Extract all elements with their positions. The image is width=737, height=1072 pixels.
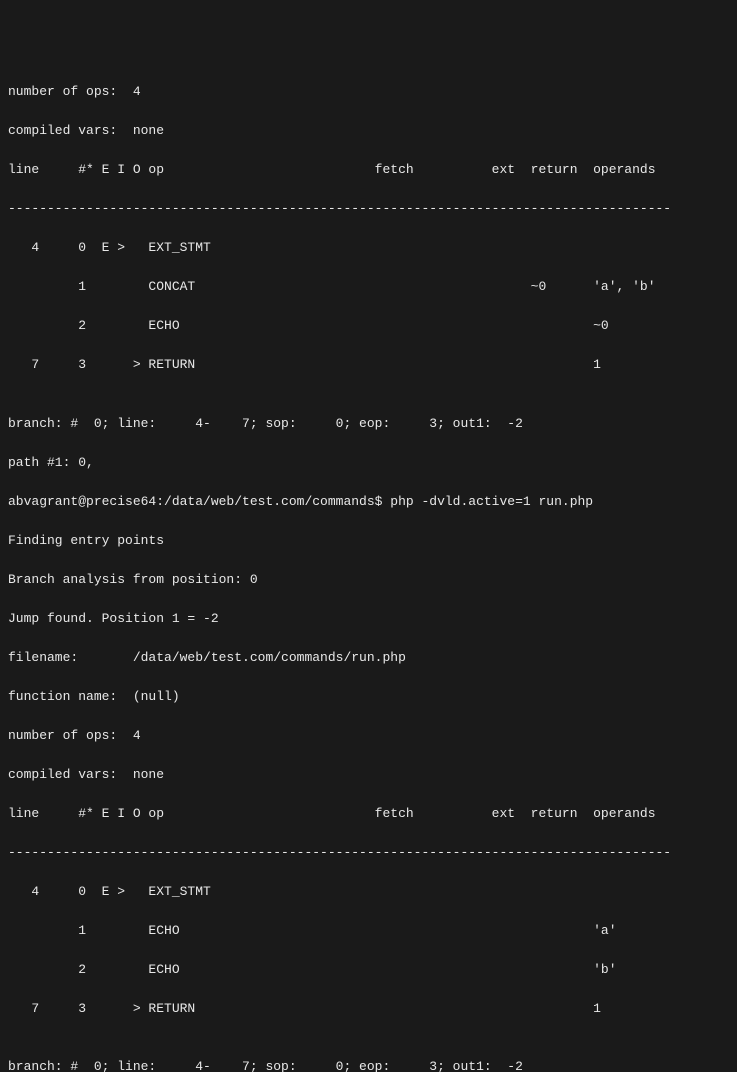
terminal-line: number of ops: 4	[8, 82, 729, 102]
terminal-line: 7 3 > RETURN 1	[8, 355, 729, 375]
terminal-header: line #* E I O op fetch ext return operan…	[8, 160, 729, 180]
terminal-line: 4 0 E > EXT_STMT	[8, 238, 729, 258]
terminal-line: filename: /data/web/test.com/commands/ru…	[8, 648, 729, 668]
terminal-line: function name: (null)	[8, 687, 729, 707]
terminal-line: Finding entry points	[8, 531, 729, 551]
terminal-divider: ----------------------------------------…	[8, 843, 729, 863]
terminal-header: line #* E I O op fetch ext return operan…	[8, 804, 729, 824]
terminal-line: 2 ECHO ~0	[8, 316, 729, 336]
terminal-line: 7 3 > RETURN 1	[8, 999, 729, 1019]
terminal-prompt[interactable]: abvagrant@precise64:/data/web/test.com/c…	[8, 492, 729, 512]
terminal-divider: ----------------------------------------…	[8, 199, 729, 219]
terminal-line: number of ops: 4	[8, 726, 729, 746]
terminal-line: 1 ECHO 'a'	[8, 921, 729, 941]
terminal-line: 2 ECHO 'b'	[8, 960, 729, 980]
terminal-line: branch: # 0; line: 4- 7; sop: 0; eop: 3;…	[8, 414, 729, 434]
terminal-line: branch: # 0; line: 4- 7; sop: 0; eop: 3;…	[8, 1057, 729, 1072]
terminal-line: 4 0 E > EXT_STMT	[8, 882, 729, 902]
terminal-line: compiled vars: none	[8, 765, 729, 785]
terminal-line: 1 CONCAT ~0 'a', 'b'	[8, 277, 729, 297]
terminal-line: path #1: 0,	[8, 453, 729, 473]
terminal-line: Jump found. Position 1 = -2	[8, 609, 729, 629]
terminal-line: Branch analysis from position: 0	[8, 570, 729, 590]
terminal-line: compiled vars: none	[8, 121, 729, 141]
